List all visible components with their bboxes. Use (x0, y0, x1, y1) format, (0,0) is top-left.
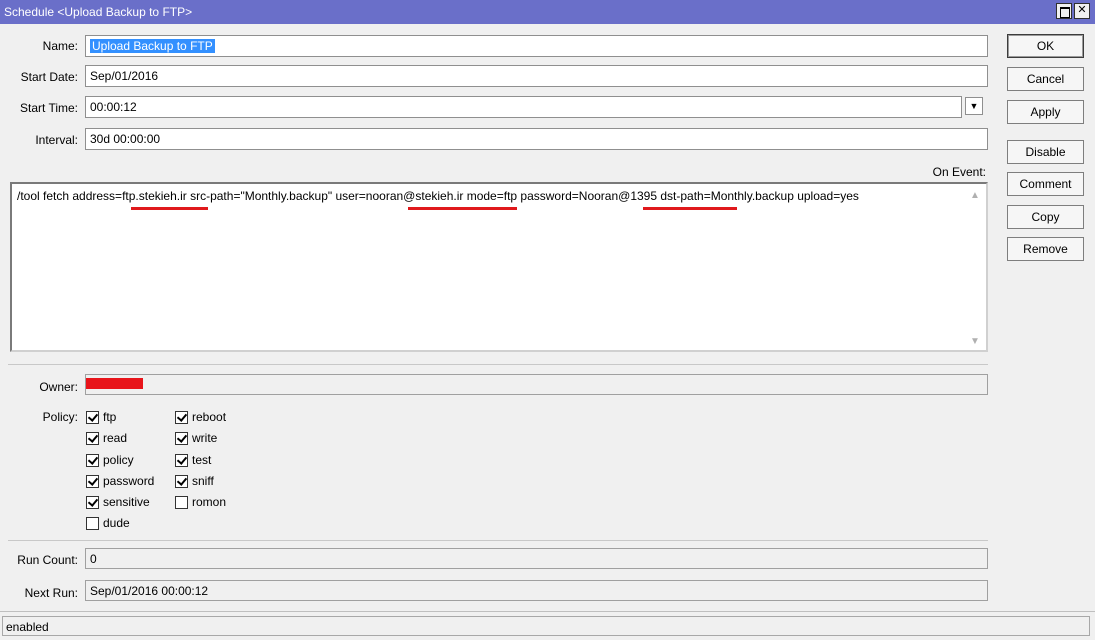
on-event-label: On Event: (932, 165, 986, 179)
checkbox-icon (175, 474, 188, 488)
name-field[interactable]: Upload Backup to FTP (85, 35, 988, 57)
owner-label: Owner: (39, 380, 78, 394)
window-title: Schedule <Upload Backup to FTP> (4, 5, 193, 19)
ok-button[interactable]: OK (1007, 34, 1084, 58)
policy-write-checkbox[interactable]: write (175, 430, 217, 446)
checkbox-icon (86, 410, 99, 424)
checkbox-icon (175, 453, 188, 467)
interval-label: Interval: (35, 133, 78, 147)
policy-dude-checkbox[interactable]: dude (86, 515, 130, 531)
run-count-field: 0 (85, 548, 988, 569)
name-value: Upload Backup to FTP (90, 39, 215, 53)
policy-sensitive-checkbox[interactable]: sensitive (86, 494, 150, 510)
interval-field[interactable]: 30d 00:00:00 (85, 128, 988, 150)
owner-field (85, 374, 988, 395)
status-bar: enabled (0, 611, 1095, 640)
policy-policy-checkbox[interactable]: policy (86, 452, 134, 468)
scroll-up-icon[interactable]: ▲ (970, 190, 980, 201)
policy-sniff-checkbox[interactable]: sniff (175, 473, 214, 489)
annotation-underline (643, 207, 737, 210)
checkbox-icon (86, 495, 99, 509)
owner-redaction (86, 378, 143, 389)
checkbox-icon (175, 431, 188, 445)
run-count-label: Run Count: (17, 553, 78, 567)
apply-button[interactable]: Apply (1007, 100, 1084, 124)
annotation-underline (131, 207, 208, 210)
start-time-label: Start Time: (19, 101, 78, 115)
dropdown-arrow-icon[interactable]: ▼ (965, 97, 983, 115)
policy-reboot-checkbox[interactable]: reboot (175, 409, 226, 425)
checkbox-icon (86, 431, 99, 445)
policy-label: Policy: (42, 410, 78, 424)
annotation-underline (408, 207, 517, 210)
maximize-icon[interactable] (1056, 3, 1072, 19)
name-label: Name: (42, 39, 78, 53)
remove-button[interactable]: Remove (1007, 237, 1084, 261)
on-event-script: /tool fetch address=ftp.stekieh.ir src-p… (17, 189, 859, 203)
status-text: enabled (2, 616, 1090, 636)
checkbox-icon (86, 516, 99, 530)
checkbox-icon (86, 474, 99, 488)
policy-romon-checkbox[interactable]: romon (175, 494, 226, 510)
policy-password-checkbox[interactable]: password (86, 473, 154, 489)
policy-ftp-checkbox[interactable]: ftp (86, 409, 116, 425)
checkbox-icon (86, 453, 99, 467)
cancel-button[interactable]: Cancel (1007, 67, 1084, 91)
policy-read-checkbox[interactable]: read (86, 430, 127, 446)
disable-button[interactable]: Disable (1007, 140, 1084, 164)
next-run-field: Sep/01/2016 00:00:12 (85, 580, 988, 601)
copy-button[interactable]: Copy (1007, 205, 1084, 229)
start-date-field[interactable]: Sep/01/2016 (85, 65, 988, 87)
checkbox-icon (175, 410, 188, 424)
start-date-label: Start Date: (20, 70, 78, 84)
next-run-label: Next Run: (24, 586, 78, 600)
separator (8, 364, 988, 365)
checkbox-icon (175, 495, 188, 509)
close-icon[interactable]: ✕ (1074, 3, 1090, 19)
policy-test-checkbox[interactable]: test (175, 452, 211, 468)
scroll-down-icon[interactable]: ▼ (970, 336, 980, 347)
separator (8, 540, 988, 541)
start-time-field[interactable]: 00:00:12 (85, 96, 962, 118)
comment-button[interactable]: Comment (1007, 172, 1084, 196)
title-bar: Schedule <Upload Backup to FTP> (0, 0, 1095, 24)
